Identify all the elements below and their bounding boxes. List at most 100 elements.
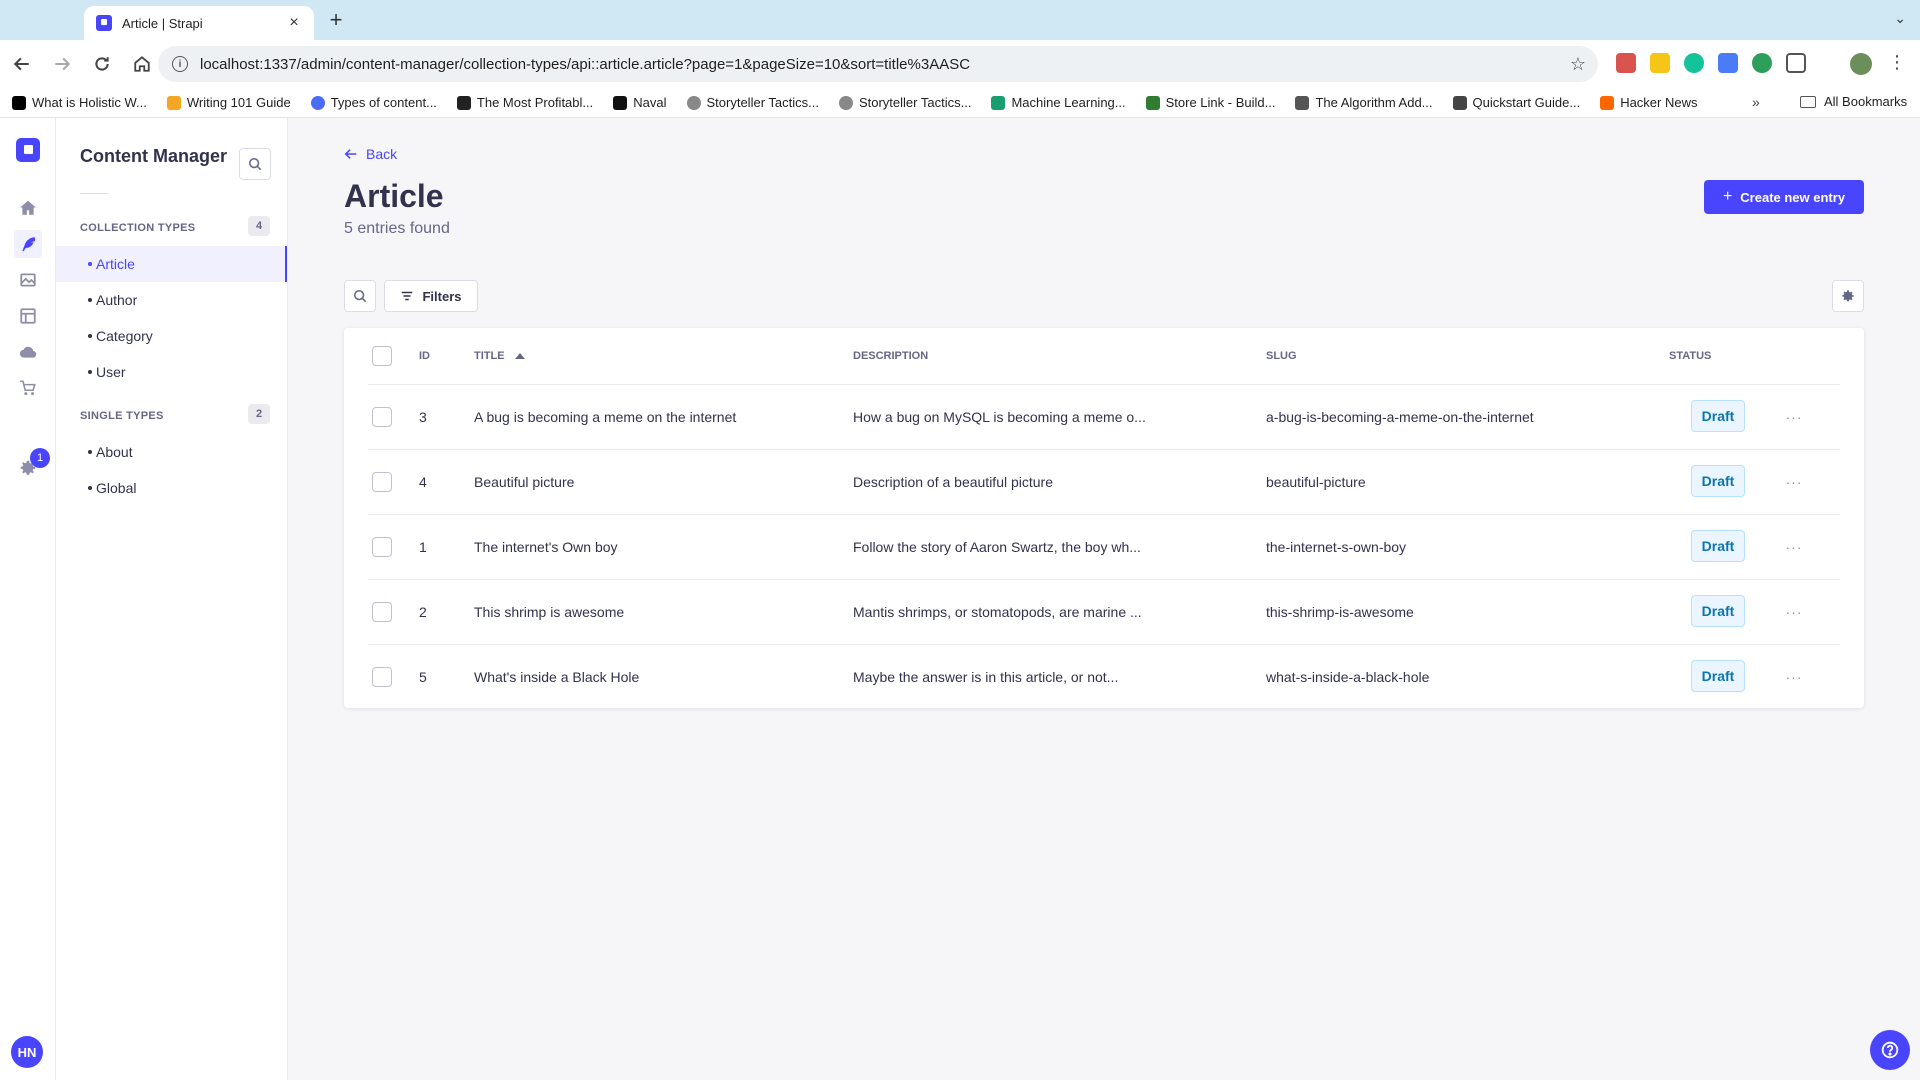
url-text[interactable]: localhost:1337/admin/content-manager/col…	[200, 56, 1558, 73]
row-slug: the-internet-s-own-boy	[1266, 539, 1407, 555]
single-types-heading[interactable]: SINGLE TYPES	[80, 410, 164, 422]
create-new-entry-button[interactable]: + Create new entry	[1704, 180, 1864, 214]
row-checkbox[interactable]	[372, 602, 392, 622]
bookmark-item[interactable]: Writing 101 Guide	[166, 95, 291, 110]
status-badge: Draft	[1691, 660, 1745, 692]
subnav-item-author[interactable]: Author	[56, 282, 287, 318]
table-row[interactable]: 1 The internet's Own boy Follow the stor…	[368, 514, 1840, 579]
bookmark-favicon-icon	[310, 95, 325, 110]
home-icon[interactable]	[14, 194, 42, 222]
single-types-count: 2	[248, 404, 270, 424]
address-bar[interactable]: i localhost:1337/admin/content-manager/c…	[158, 46, 1598, 82]
content-manager-feather-icon[interactable]	[14, 230, 42, 258]
more-vertical-icon[interactable]: ⋮	[1888, 52, 1906, 73]
subnav-item-user[interactable]: User	[56, 354, 287, 390]
select-all-checkbox[interactable]	[372, 346, 392, 366]
row-more-actions-icon[interactable]: ···	[1780, 598, 1808, 626]
media-library-icon[interactable]	[14, 266, 42, 294]
column-header-slug[interactable]: SLUG	[1266, 350, 1297, 362]
row-checkbox[interactable]	[372, 537, 392, 557]
bookmark-item[interactable]: What is Holistic W...	[12, 95, 147, 110]
row-more-actions-icon[interactable]: ···	[1780, 403, 1808, 431]
bookmark-item[interactable]: The Most Profitabl...	[456, 95, 593, 110]
puzzle-icon[interactable]	[1786, 53, 1806, 73]
table-row[interactable]: 3 A bug is becoming a meme on the intern…	[368, 384, 1840, 449]
close-icon[interactable]: ×	[286, 14, 302, 32]
row-more-actions-icon[interactable]: ···	[1780, 663, 1808, 691]
cloud-icon[interactable]	[14, 338, 42, 366]
extension-icon[interactable]	[1616, 53, 1636, 73]
column-header-status: STATUS	[1669, 350, 1712, 362]
bookmark-item[interactable]: Quickstart Guide...	[1452, 95, 1580, 110]
bookmark-item[interactable]: Types of content...	[310, 95, 437, 110]
row-title: This shrimp is awesome	[474, 604, 625, 620]
bookmark-item[interactable]: Store Link - Build...	[1145, 95, 1275, 110]
plus-icon: +	[1722, 188, 1733, 205]
table-search-button[interactable]	[344, 280, 376, 312]
site-info-icon[interactable]: i	[172, 56, 188, 72]
bookmark-item[interactable]: Storyteller Tactics...	[686, 95, 819, 110]
back-link[interactable]: Back	[344, 146, 397, 162]
chevron-down-icon[interactable]: ⌄	[1894, 10, 1906, 27]
strapi-logo-icon[interactable]	[16, 138, 40, 162]
profile-avatar[interactable]	[1850, 53, 1872, 75]
user-avatar[interactable]: HN	[11, 1036, 43, 1068]
extension-icon[interactable]	[1718, 53, 1738, 73]
subnav-item-global[interactable]: Global	[56, 470, 287, 506]
bookmark-item[interactable]: Naval	[613, 95, 667, 110]
row-checkbox[interactable]	[372, 472, 392, 492]
bookmark-item[interactable]: Storyteller Tactics...	[838, 95, 971, 110]
column-header-id[interactable]: ID	[419, 350, 430, 362]
status-badge: Draft	[1691, 400, 1745, 432]
subnav-search-button[interactable]	[239, 148, 271, 180]
bookmark-item[interactable]: Hacker News	[1600, 95, 1697, 110]
status-badge: Draft	[1691, 530, 1745, 562]
bookmark-item[interactable]: Machine Learning...	[991, 95, 1126, 110]
help-button[interactable]	[1870, 1030, 1910, 1070]
table-row[interactable]: 4 Beautiful picture Description of a bea…	[368, 449, 1840, 514]
content-type-builder-icon[interactable]	[14, 302, 42, 330]
home-icon[interactable]	[124, 46, 160, 82]
table-row[interactable]: 2 This shrimp is awesome Mantis shrimps,…	[368, 579, 1840, 644]
collection-types-count: 4	[248, 216, 270, 236]
bookmark-favicon-icon	[613, 95, 628, 110]
collection-types-heading[interactable]: COLLECTION TYPES	[80, 222, 195, 234]
new-tab-plus-icon[interactable]: +	[324, 8, 348, 32]
row-more-actions-icon[interactable]: ···	[1780, 468, 1808, 496]
column-header-title[interactable]: TITLE	[474, 350, 525, 362]
back-arrow-icon[interactable]	[4, 46, 40, 82]
row-title: A bug is becoming a meme on the internet	[474, 409, 737, 425]
browser-tab[interactable]: Article | Strapi ×	[84, 6, 314, 40]
row-slug: what-s-inside-a-black-hole	[1266, 669, 1430, 685]
subnav-title: Content Manager	[80, 146, 228, 166]
row-slug: beautiful-picture	[1266, 474, 1366, 490]
forward-arrow-icon[interactable]	[44, 46, 80, 82]
row-more-actions-icon[interactable]: ···	[1780, 533, 1808, 561]
row-checkbox[interactable]	[372, 667, 392, 687]
row-description: Mantis shrimps, or stomatopods, are mari…	[853, 604, 1142, 620]
bookmark-item[interactable]: The Algorithm Add...	[1295, 95, 1433, 110]
table-row[interactable]: 5 What's inside a Black Hole Maybe the a…	[368, 644, 1840, 709]
subnav-item-about[interactable]: About	[56, 434, 287, 470]
subnav-item-category[interactable]: Category	[56, 318, 287, 354]
filters-button[interactable]: Filters	[384, 280, 478, 312]
create-new-entry-label: Create new entry	[1740, 189, 1846, 205]
marketplace-cart-icon[interactable]	[14, 374, 42, 402]
list-settings-button[interactable]	[1832, 280, 1864, 312]
reload-icon[interactable]	[84, 46, 120, 82]
extension-icon[interactable]	[1752, 53, 1772, 73]
entries-table: ID TITLE DESCRIPTION SLUG STATUS 3 A bug…	[344, 328, 1864, 708]
status-badge: Draft	[1691, 595, 1745, 627]
subnav-item-article[interactable]: Article	[56, 246, 287, 282]
all-bookmarks-button[interactable]: All Bookmarks	[1800, 94, 1907, 109]
grammarly-icon[interactable]	[1684, 53, 1704, 73]
row-checkbox[interactable]	[372, 407, 392, 427]
column-header-description[interactable]: DESCRIPTION	[853, 350, 928, 362]
extension-icon[interactable]	[1650, 53, 1670, 73]
bookmark-star-icon[interactable]: ☆	[1558, 54, 1598, 75]
row-description: How a bug on MySQL is becoming a meme o.…	[853, 409, 1146, 425]
bookmarks-overflow-icon[interactable]: »	[1752, 94, 1760, 110]
row-slug: this-shrimp-is-awesome	[1266, 604, 1414, 620]
row-id: 2	[419, 604, 427, 620]
bookmark-favicon-icon	[166, 95, 181, 110]
